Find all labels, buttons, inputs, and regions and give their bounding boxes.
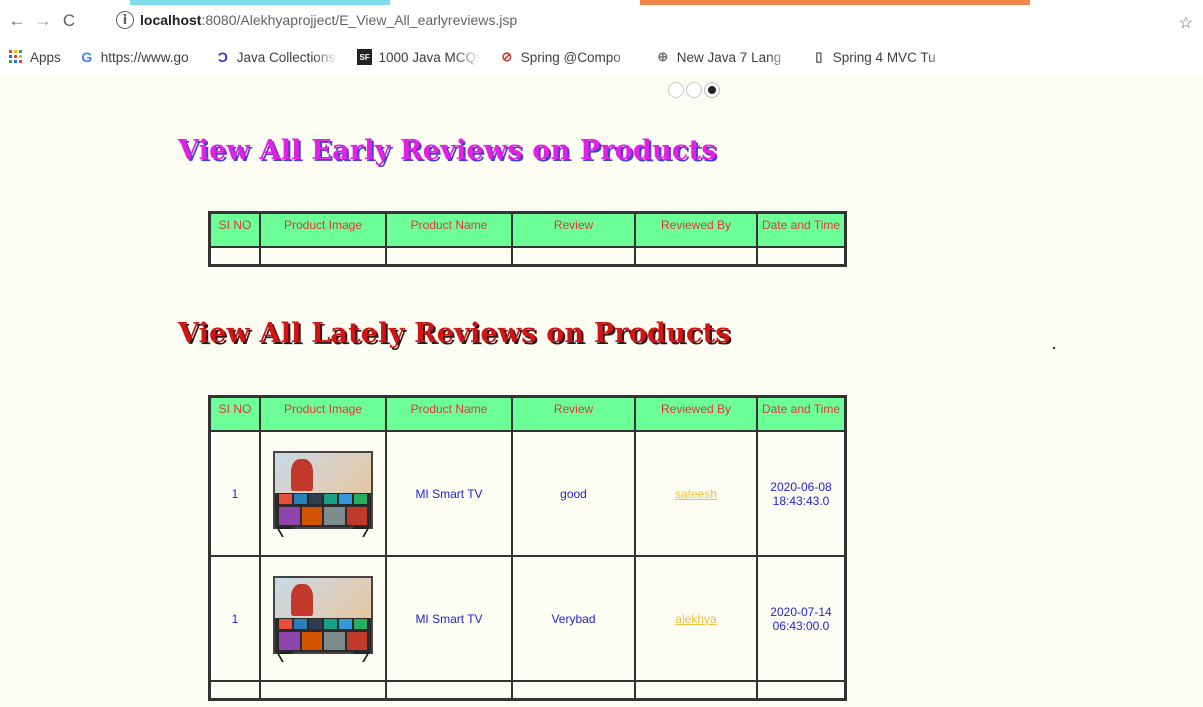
cell-reviewed-by: sateesh xyxy=(635,431,757,556)
header-reviewed-by: Reviewed By xyxy=(635,397,757,431)
date-text: 2020-07-14 xyxy=(770,604,832,619)
carousel-dot[interactable] xyxy=(686,82,702,98)
header-product-image: Product Image xyxy=(260,397,386,431)
google-icon: G xyxy=(81,49,93,65)
cell-date-time: 2020-07-14 06:43:00.0 xyxy=(757,556,845,681)
header-product-name: Product Name xyxy=(386,213,512,247)
product-image-tv[interactable] xyxy=(273,450,373,537)
cell-review: good xyxy=(512,431,635,556)
lately-reviews-table: SI NO Product Image Product Name Review … xyxy=(208,395,847,701)
bookmark-label: Apps xyxy=(30,49,61,65)
javacollections-icon: Ɔ xyxy=(217,49,228,65)
cell-si-no: 1 xyxy=(210,431,260,556)
header-review: Review xyxy=(512,397,635,431)
reviewer-link[interactable]: sateesh xyxy=(675,487,717,501)
bookmark-label: Spring @Compo xyxy=(520,49,621,65)
info-icon[interactable]: i xyxy=(116,11,134,29)
lately-reviews-title: View All Lately Reviews on Products xyxy=(178,318,731,349)
cell-product-name: MI Smart TV xyxy=(386,431,512,556)
bookmark-spring-component[interactable]: ⊘ Spring @Compo xyxy=(499,49,637,65)
carousel-dot-active[interactable] xyxy=(704,82,720,98)
carousel-dot[interactable] xyxy=(668,82,684,98)
bookmarks-bar: Apps G https://www.go Ɔ Java Collections… xyxy=(0,40,1203,74)
header-product-image: Product Image xyxy=(260,213,386,247)
header-product-name: Product Name xyxy=(386,397,512,431)
browser-toolbar: ← → C i localhost:8080/Alekhyaprojject/E… xyxy=(0,0,1203,40)
bookmark-label: Spring 4 MVC Tu xyxy=(832,49,936,65)
time-text: 06:43:00.0 xyxy=(772,618,830,633)
cell-product-image xyxy=(260,431,386,556)
url-path: :8080/Alekhyaprojject/E_View_All_earlyre… xyxy=(201,12,518,28)
product-image-tv[interactable] xyxy=(273,575,373,662)
url-host: localhost xyxy=(140,12,202,28)
header-date-time: Date and Time xyxy=(757,213,845,247)
early-reviews-title: View All Early Reviews on Products xyxy=(178,135,717,166)
header-si-no: SI NO xyxy=(210,213,260,247)
date-text: 2020-06-08 xyxy=(770,479,832,494)
reviewer-link[interactable]: alekhya xyxy=(675,612,716,626)
stray-dot xyxy=(1053,347,1055,349)
header-date-time: Date and Time xyxy=(757,397,845,431)
empty-row xyxy=(210,247,845,265)
page-icon: ▯ xyxy=(815,49,823,64)
time-text: 18:43:43.0 xyxy=(772,493,830,508)
header-review: Review xyxy=(512,213,635,247)
bookmark-apps[interactable]: Apps xyxy=(8,49,61,65)
cell-date-time: 2020-06-08 18:43:43.0 xyxy=(757,431,845,556)
cell-product-name: MI Smart TV xyxy=(386,556,512,681)
bookmark-java-collections[interactable]: Ɔ Java Collections xyxy=(215,49,339,65)
cell-si-no: 1 xyxy=(210,556,260,681)
empty-row xyxy=(210,681,845,699)
reload-icon[interactable]: C xyxy=(58,10,80,32)
cell-reviewed-by: alekhya xyxy=(635,556,757,681)
bookmark-label: New Java 7 Lang xyxy=(676,49,782,65)
table-row: 1 MI Smart TV good sateesh 2020-06-08 18:… xyxy=(210,431,845,556)
table-header-row: SI NO Product Image Product Name Review … xyxy=(210,397,845,431)
back-icon[interactable]: ← xyxy=(6,10,28,32)
forward-icon[interactable]: → xyxy=(32,10,54,32)
bookmark-label: https://www.go xyxy=(100,49,189,65)
carousel-indicators xyxy=(668,82,720,98)
sanfoundry-icon: SF xyxy=(356,49,373,65)
bookmark-java-mcqs[interactable]: SF 1000 Java MCQs xyxy=(356,49,481,65)
table-row: 1 MI Smart TV Verybad alekhya 2020-07-14… xyxy=(210,556,845,681)
address-bar[interactable]: i localhost:8080/Alekhyaprojject/E_View_… xyxy=(102,5,1192,35)
globe-icon: ⊕ xyxy=(657,49,669,64)
cell-product-image xyxy=(260,556,386,681)
early-reviews-table: SI NO Product Image Product Name Review … xyxy=(208,211,847,267)
apps-grid-icon xyxy=(8,49,24,65)
bookmark-google[interactable]: G https://www.go xyxy=(79,40,1203,74)
header-reviewed-by: Reviewed By xyxy=(635,213,757,247)
spring-icon: ⊘ xyxy=(501,49,513,64)
bookmark-star-icon[interactable]: ☆ xyxy=(1179,13,1193,33)
bookmark-spring4-mvc[interactable]: ▯ Spring 4 MVC Tu xyxy=(811,49,951,65)
bookmark-new-java7[interactable]: ⊕ New Java 7 Lang xyxy=(655,49,793,65)
table-header-row: SI NO Product Image Product Name Review … xyxy=(210,213,845,247)
cell-review: Verybad xyxy=(512,556,635,681)
header-si-no: SI NO xyxy=(210,397,260,431)
